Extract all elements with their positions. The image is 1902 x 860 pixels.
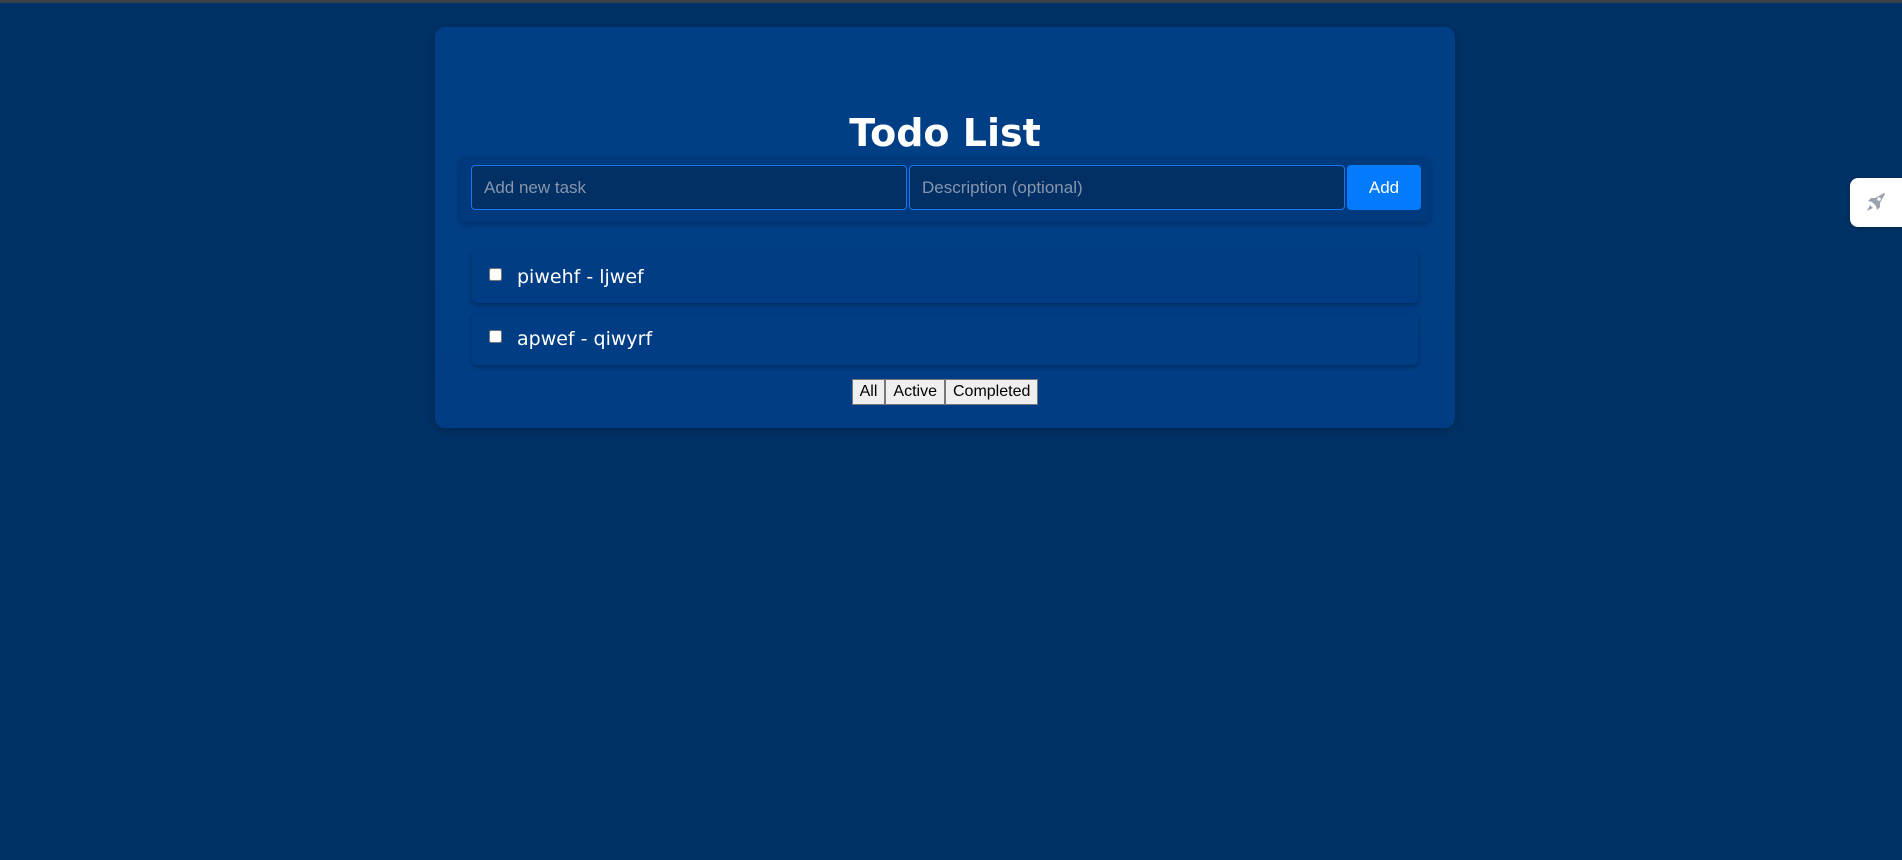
- todo-checkbox[interactable]: [489, 268, 502, 281]
- task-input[interactable]: [471, 165, 907, 210]
- todo-item: piwehf - ljwef: [472, 251, 1418, 303]
- todo-card: Todo List Add piwehf - ljwef apwef - qiw…: [435, 27, 1455, 428]
- todo-text: piwehf - ljwef: [517, 266, 644, 288]
- page-title: Todo List: [849, 111, 1041, 155]
- add-button[interactable]: Add: [1347, 165, 1421, 210]
- rocket-icon: [1867, 193, 1885, 211]
- filter-completed-button[interactable]: Completed: [944, 379, 1039, 405]
- todo-text: apwef - qiwyrf: [517, 328, 653, 350]
- filter-all-button[interactable]: All: [851, 379, 886, 405]
- filter-bar: All Active Completed: [435, 379, 1455, 405]
- filter-active-button[interactable]: Active: [885, 379, 945, 405]
- description-input[interactable]: [909, 165, 1345, 210]
- todo-checkbox[interactable]: [489, 330, 502, 343]
- browser-top-border: [0, 0, 1902, 3]
- add-task-form: Add: [460, 157, 1430, 222]
- side-widget-button[interactable]: [1850, 178, 1902, 227]
- todo-item: apwef - qiwyrf: [472, 313, 1418, 365]
